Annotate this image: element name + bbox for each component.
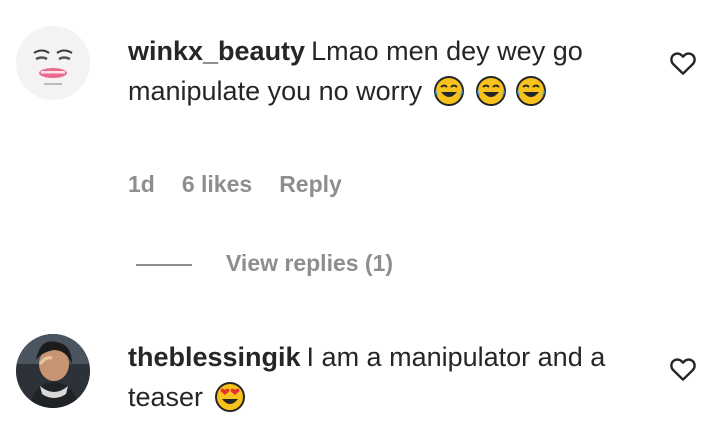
avatar[interactable] (16, 26, 90, 100)
comment-text: winkx_beauty Lmao men dey wey go manipula… (128, 31, 628, 111)
comment-time[interactable]: 1d (128, 171, 155, 197)
comment-meta: 1d 6 likes Reply (128, 171, 369, 198)
comment-text: theblessingik I am a manipulator and a te… (128, 337, 628, 417)
comment-username[interactable]: theblessingik (128, 342, 301, 372)
avatar-photo-icon (16, 334, 90, 408)
smiling-face-with-heart-eyes-icon (214, 382, 245, 412)
avatar-illustrated-face-icon (16, 26, 90, 100)
view-replies-button[interactable]: View replies (1) (136, 250, 393, 277)
divider-line (136, 263, 192, 266)
view-replies-label: View replies (1) (226, 250, 394, 276)
face-with-tears-of-joy-icon (433, 76, 464, 106)
heart-outline-icon[interactable] (668, 48, 698, 78)
heart-outline-icon[interactable] (668, 354, 698, 384)
face-with-tears-of-joy-icon (515, 76, 546, 106)
avatar[interactable] (16, 334, 90, 408)
comment-username[interactable]: winkx_beauty (128, 36, 305, 66)
reply-button[interactable]: Reply (279, 171, 342, 197)
face-with-tears-of-joy-icon (476, 76, 507, 106)
comment-likes[interactable]: 6 likes (182, 171, 252, 197)
